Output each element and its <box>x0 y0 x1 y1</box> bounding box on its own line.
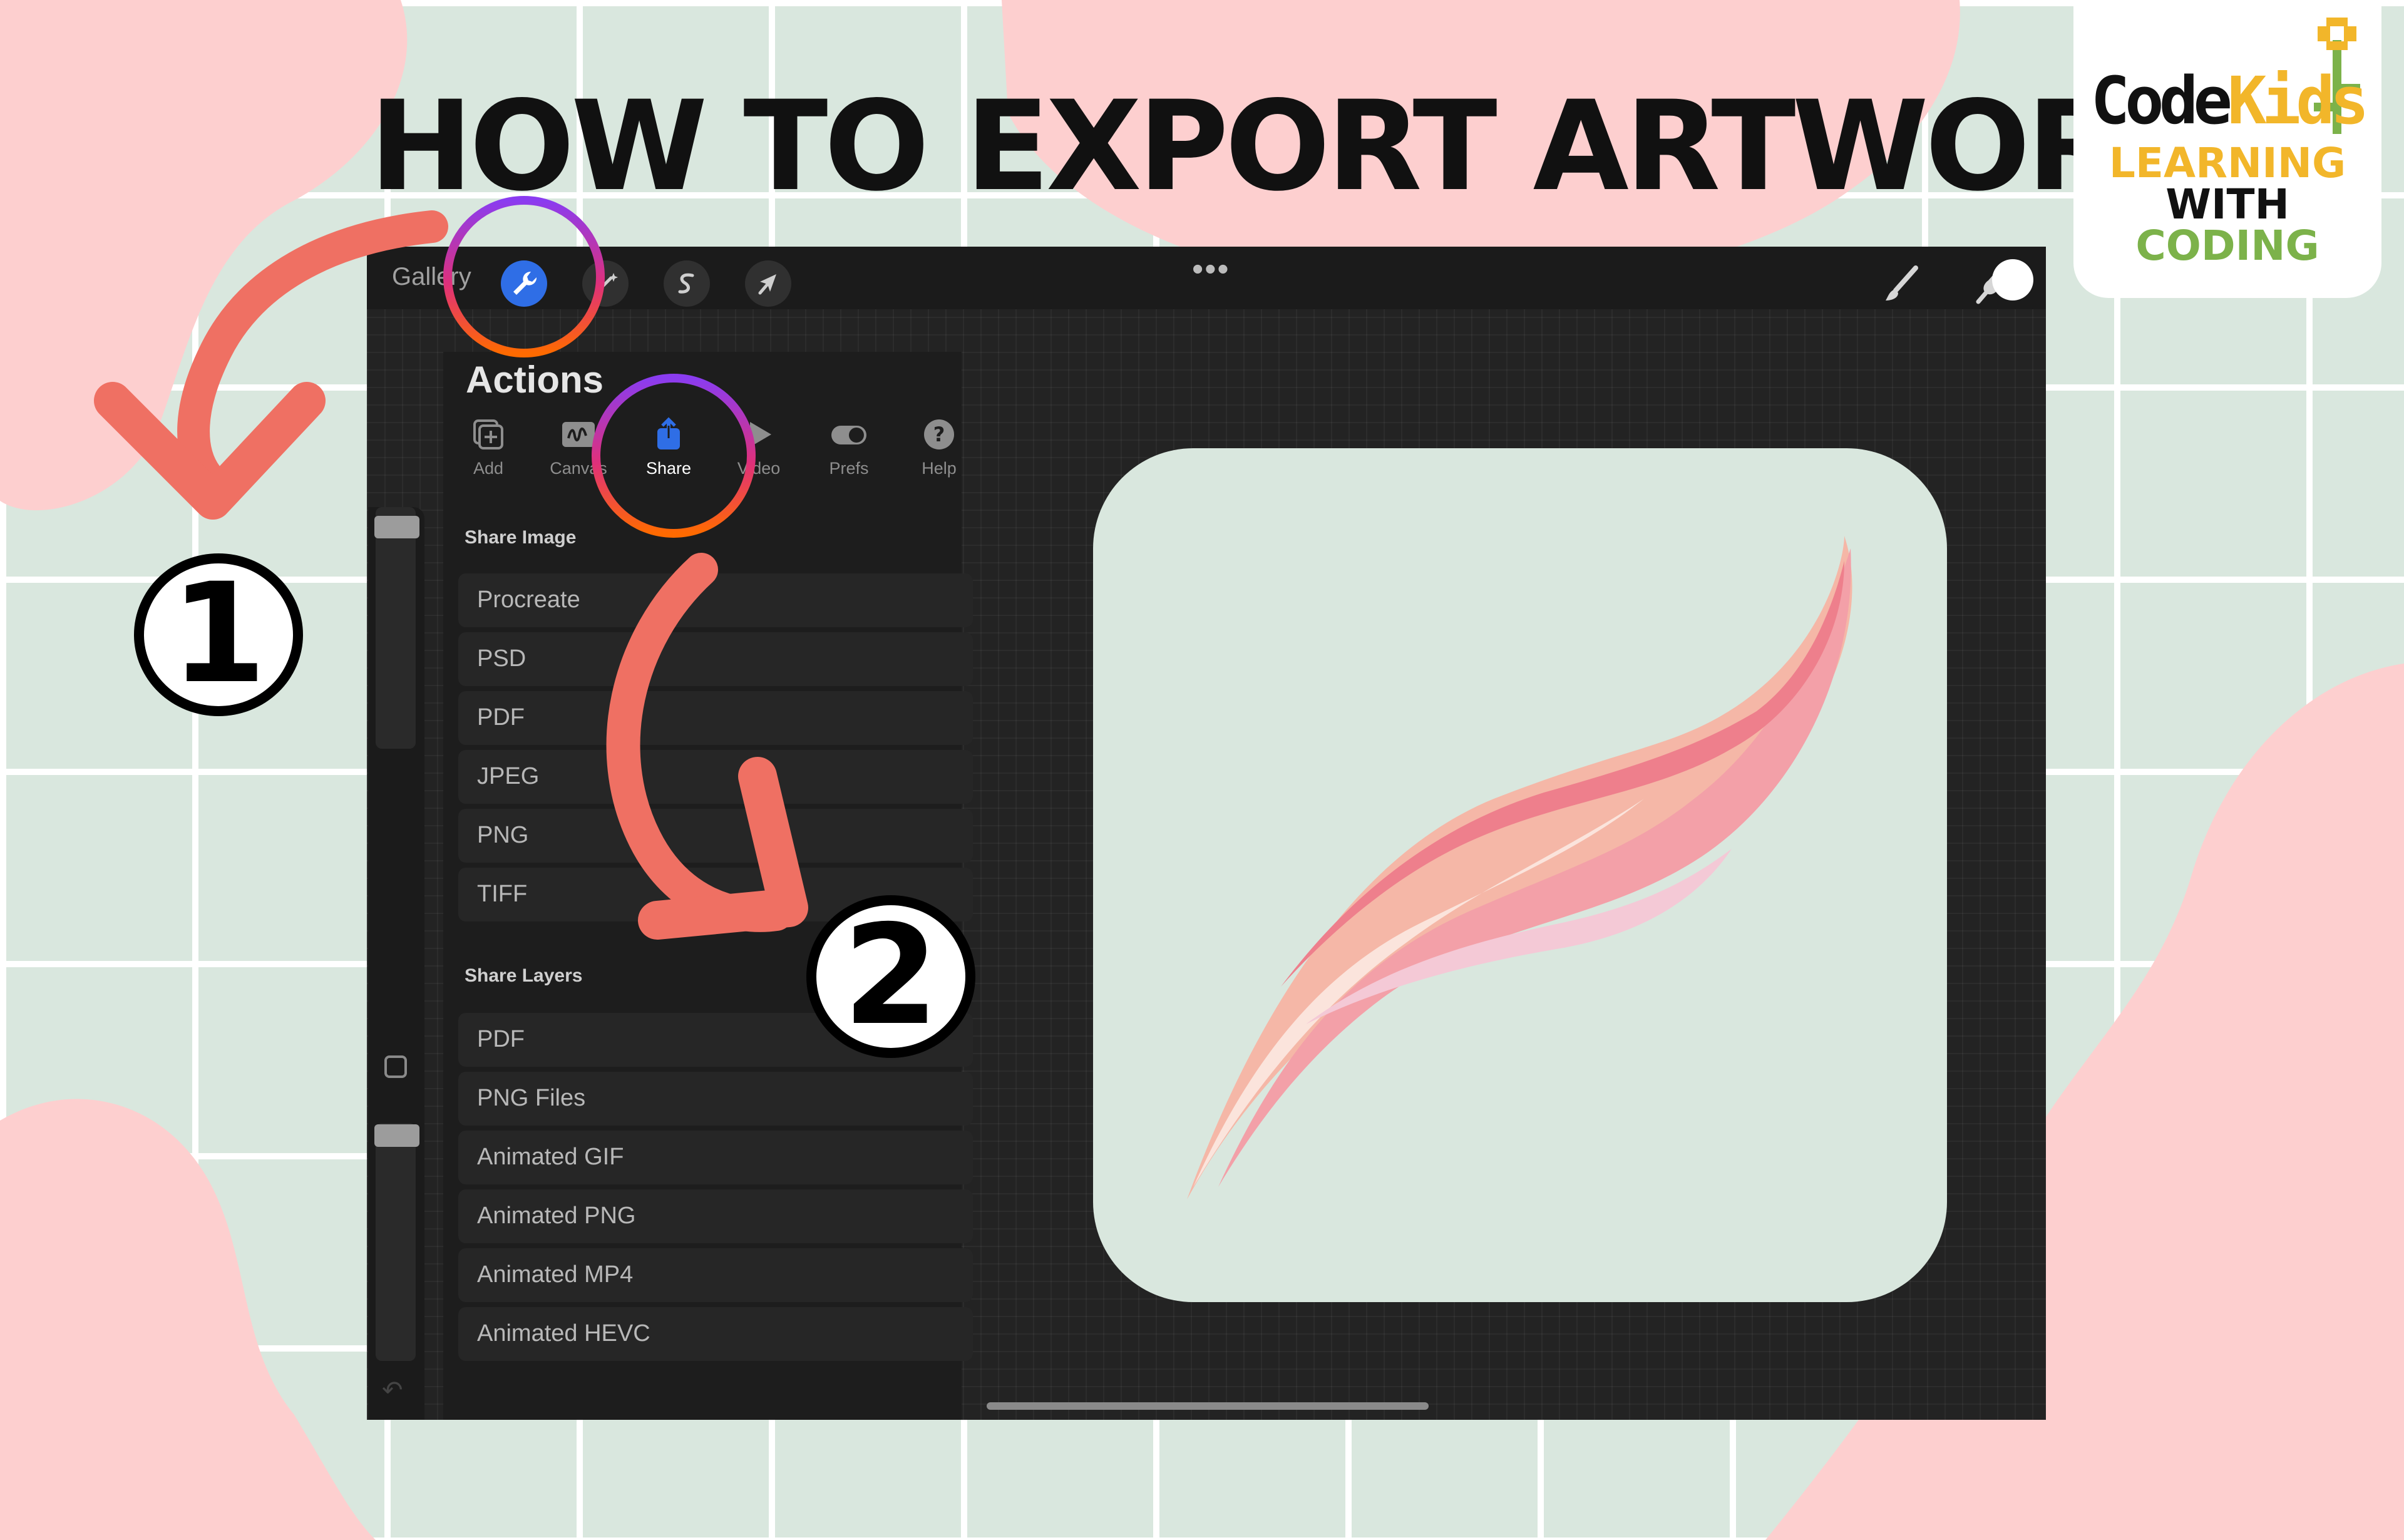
highlight-ring-share <box>592 374 756 538</box>
tutorial-overlay <box>94 196 808 940</box>
step-1-badge: 1 <box>134 553 303 716</box>
arrow-1 <box>94 210 448 520</box>
arrow-2 <box>606 553 808 940</box>
step-2-badge: 2 <box>806 895 975 1058</box>
highlight-ring-wrench <box>443 196 605 357</box>
